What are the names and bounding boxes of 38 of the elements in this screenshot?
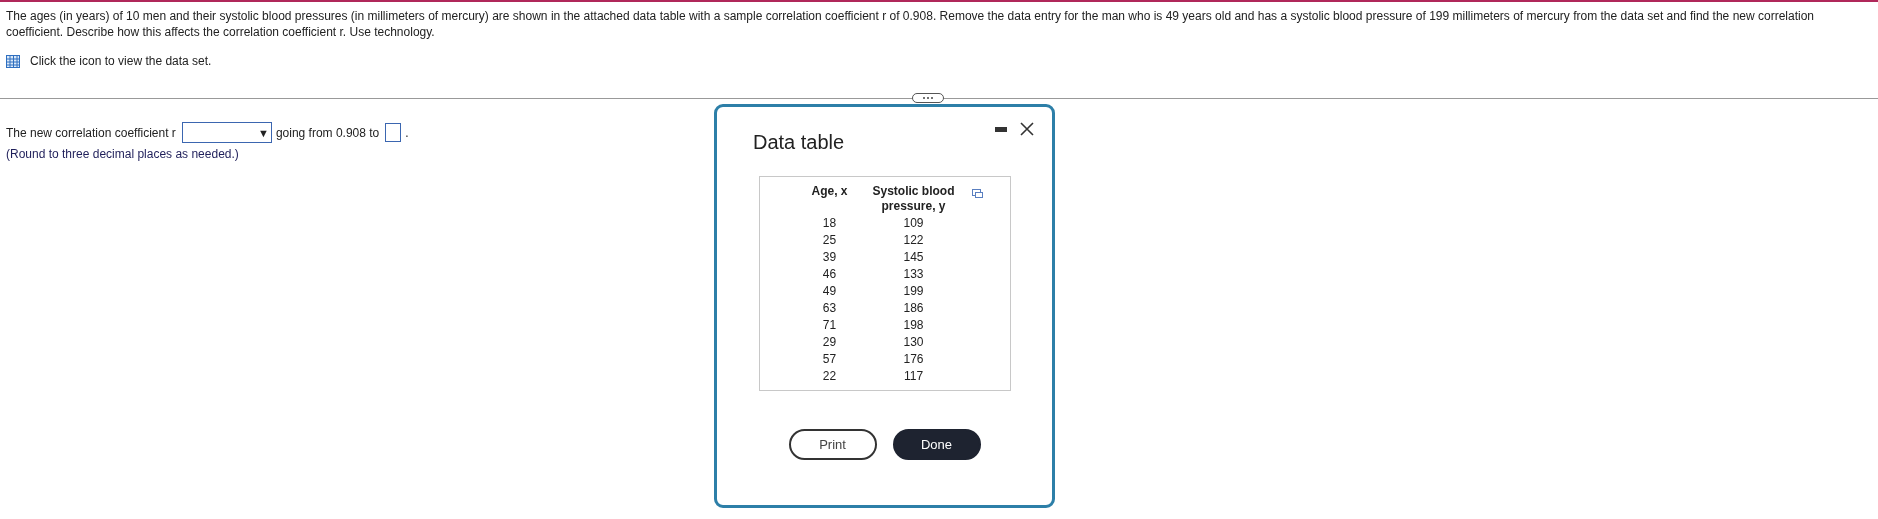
table-cell-text: 122 — [902, 231, 925, 248]
rounding-note: (Round to three decimal places as needed.) — [6, 147, 240, 161]
column-header: Age, x — [810, 184, 849, 200]
answer-middle: going from 0.908 to — [275, 125, 380, 140]
table-cell-text: 63 — [821, 299, 838, 316]
data-link-text[interactable]: Click the icon to view the data set. — [30, 54, 212, 68]
minimize-icon[interactable] — [995, 126, 1007, 132]
print-button[interactable]: Print — [788, 429, 877, 460]
dialog-title: Data table — [753, 131, 845, 154]
answer-prefix: The new correlation coefficient r — [6, 125, 176, 140]
table-cell-text: 109 — [902, 214, 925, 231]
period-text: . — [405, 125, 409, 140]
done-button[interactable]: Done — [892, 429, 981, 460]
copy-icon[interactable] — [972, 189, 983, 198]
table-cell-text: 46 — [821, 265, 838, 282]
answer-input-field[interactable] — [385, 123, 402, 142]
table-icon[interactable] — [6, 54, 20, 68]
table-cell-text: 39 — [821, 248, 838, 265]
table-cell-text: 133 — [902, 265, 925, 282]
table-cell-text: 199 — [902, 282, 925, 299]
table-cell-text: 117 — [902, 367, 925, 384]
question-text: The ages (in years) of 10 men and their systolic blood pressures (in millimeters of mercury) are shown in the attached data table with a sample correlation coefficient r of 0.908. Remove the data entry for the man who is 49 years old and has a systolic blood pressure of 199 millimeters of mercury from the data set and find the new correlation coefficient. Describe how this affects the correlation coefficient r. Use technology. — [6, 8, 1815, 40]
table-cell-text: 57 — [821, 350, 838, 367]
table-cell-text: 145 — [902, 248, 925, 265]
table-cell-text: 71 — [821, 316, 838, 333]
table-cell-text: 22 — [821, 367, 838, 384]
table-cell-text: 29 — [821, 333, 838, 350]
table-cell-text: 186 — [902, 299, 925, 316]
column-header: Systolic blood pressure, y — [871, 184, 956, 214]
table-cell-text: 18 — [821, 214, 838, 231]
dropdown-field[interactable]: ▼ — [181, 122, 272, 143]
drag-handle-icon[interactable] — [912, 93, 944, 103]
table-cell-text: 25 — [821, 231, 838, 248]
table-cell-text: 176 — [902, 350, 925, 367]
table-cell-text: 49 — [821, 282, 838, 299]
table-cell-text: 198 — [902, 316, 925, 333]
table-cell-text: 130 — [902, 333, 925, 350]
close-icon[interactable] — [1020, 122, 1034, 136]
